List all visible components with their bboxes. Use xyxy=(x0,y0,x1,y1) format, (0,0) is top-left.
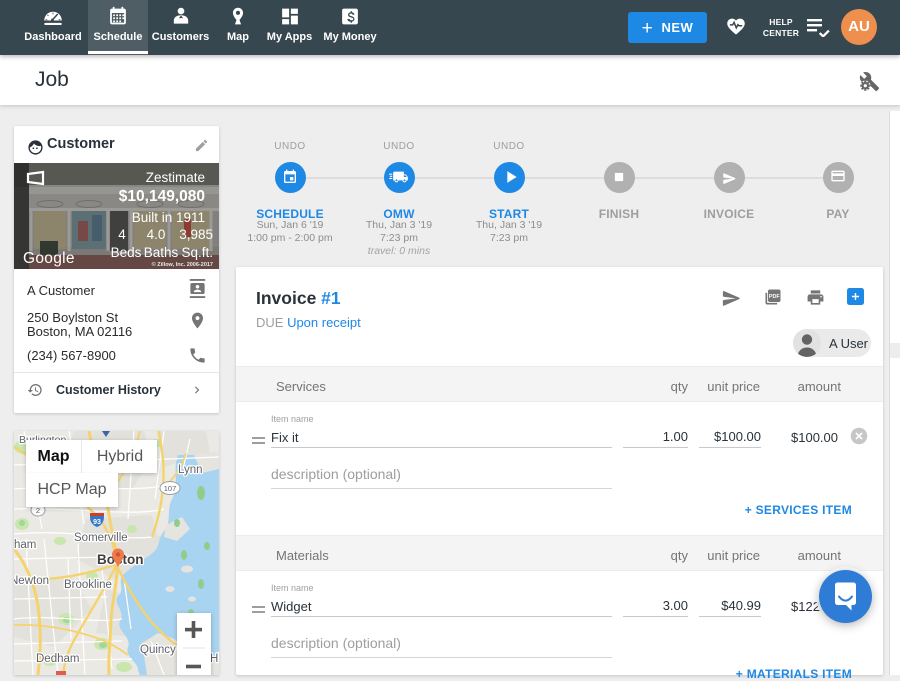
svg-text:PDF: PDF xyxy=(769,294,781,300)
svg-text:Quincy: Quincy xyxy=(140,644,176,656)
svg-text:Dedham: Dedham xyxy=(36,653,79,665)
svg-text:Brookline: Brookline xyxy=(64,579,112,591)
svg-text:93: 93 xyxy=(93,519,101,526)
svg-text:Somerville: Somerville xyxy=(74,532,128,544)
svg-text:Hi: Hi xyxy=(210,653,219,665)
svg-text:107: 107 xyxy=(164,484,177,493)
svg-text:Newton: Newton xyxy=(14,575,49,587)
svg-text:2: 2 xyxy=(36,506,40,515)
svg-text:ham: ham xyxy=(14,539,36,551)
svg-text:Lynn: Lynn xyxy=(178,464,203,476)
